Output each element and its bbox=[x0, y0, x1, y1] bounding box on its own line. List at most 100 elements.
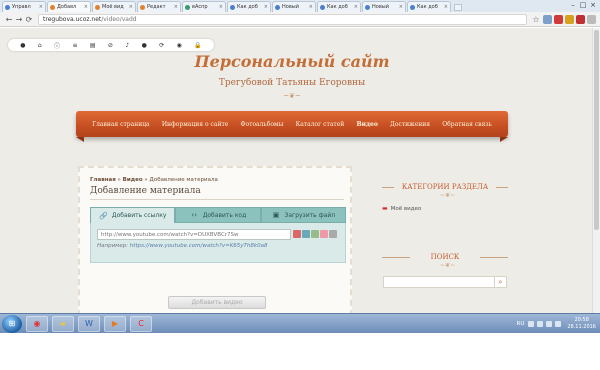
nav-item-achievements[interactable]: Достижения bbox=[390, 121, 430, 128]
tab-title: Как доб bbox=[327, 4, 348, 10]
extension-icon[interactable] bbox=[554, 14, 563, 24]
toolbar-list-icon[interactable]: ≡ bbox=[72, 42, 77, 49]
browser-tab[interactable]: Моё вид × bbox=[92, 1, 136, 12]
close-tab-icon[interactable]: × bbox=[174, 4, 178, 10]
close-tab-icon[interactable]: × bbox=[399, 4, 403, 10]
browser-tab[interactable]: Новый × bbox=[362, 1, 406, 12]
tab-upload-file[interactable]: ▣ Загрузить файл bbox=[260, 207, 346, 223]
taskbar-explorer[interactable]: ▰ bbox=[52, 315, 74, 332]
browser-tab[interactable]: Управл × bbox=[2, 1, 46, 12]
tab-label: Добавить код bbox=[202, 211, 247, 219]
forward-icon[interactable]: → bbox=[14, 15, 24, 24]
browser-tab-strip: Управл × Добавл × Моё вид × Редакт × вАспр × … bbox=[0, 0, 600, 12]
reload-icon[interactable]: ⟳ bbox=[24, 15, 34, 24]
taskbar-media[interactable]: ▶ bbox=[104, 315, 126, 332]
toolbar-lock-icon[interactable]: 🔒 bbox=[194, 42, 201, 49]
browser-tab[interactable]: Как доб × bbox=[227, 1, 271, 12]
toolbar-block-icon[interactable]: ⊘ bbox=[108, 42, 113, 49]
tab-label: Добавить ссылку bbox=[111, 212, 167, 219]
close-tab-icon[interactable]: × bbox=[39, 4, 43, 10]
toolbar-user-icon[interactable]: ● bbox=[142, 42, 147, 49]
folder-icon: ▰ bbox=[59, 319, 67, 328]
nav-item-articles[interactable]: Каталог статей bbox=[296, 121, 345, 128]
menu-icon[interactable] bbox=[587, 14, 596, 24]
tab-title: вАспр bbox=[192, 4, 208, 10]
close-tab-icon[interactable]: × bbox=[444, 4, 448, 10]
service-icon bbox=[329, 230, 337, 238]
vimeo-icon bbox=[302, 230, 310, 238]
close-tab-icon[interactable]: × bbox=[264, 4, 268, 10]
close-tab-icon[interactable]: × bbox=[129, 4, 133, 10]
browser-tab[interactable]: Как доб × bbox=[317, 1, 361, 12]
tray-arrow-icon[interactable] bbox=[528, 321, 535, 327]
nav-item-home[interactable]: Главная страница bbox=[92, 121, 150, 128]
nav-item-contact[interactable]: Обратная связь bbox=[442, 121, 492, 128]
nav-item-about[interactable]: Информация о сайте bbox=[162, 121, 229, 128]
favicon-icon bbox=[230, 4, 235, 10]
browser-tab[interactable]: Новый × bbox=[272, 1, 316, 12]
category-link[interactable]: ▬ Моё видео bbox=[382, 205, 421, 212]
taskbar: ⊞ ◉ ▰ W ▶ C RU 20:58 28.11.2016 bbox=[0, 313, 600, 333]
add-video-button[interactable]: Добавить видео bbox=[168, 296, 266, 309]
language-indicator[interactable]: RU bbox=[517, 321, 525, 327]
video-url-input[interactable] bbox=[97, 229, 291, 240]
upload-tabs: 🔗 Добавить ссылку ‹› Добавить код ▣ Загрузи… bbox=[90, 207, 346, 223]
tray-network-icon[interactable] bbox=[537, 321, 544, 327]
toolbar-dot-icon[interactable]: ● bbox=[20, 42, 25, 49]
toolbar-page-icon[interactable]: ▤ bbox=[90, 42, 96, 49]
favicon-icon bbox=[185, 4, 190, 10]
code-icon: ‹› bbox=[191, 211, 197, 219]
browser-tab-active[interactable]: Добавл × bbox=[47, 1, 91, 12]
breadcrumb-section[interactable]: Видео bbox=[123, 177, 143, 183]
video-service-icons bbox=[293, 230, 338, 238]
nav-item-photo[interactable]: Фотоальбомы bbox=[241, 121, 284, 128]
tray-flag-icon[interactable] bbox=[555, 321, 562, 327]
search-button[interactable]: ⌕ bbox=[495, 276, 507, 288]
categories-title: КАТЕГОРИИ РАЗДЕЛА bbox=[401, 183, 489, 191]
extension-icon[interactable] bbox=[576, 14, 585, 24]
maximize-button[interactable]: □ bbox=[578, 1, 588, 9]
bookmark-star-icon[interactable]: ☆ bbox=[531, 15, 541, 24]
browser-tab[interactable]: вАспр × bbox=[182, 1, 226, 12]
example-link[interactable]: https://www.youtube.com/watch?v=K65yTh8k… bbox=[130, 243, 268, 249]
tab-title: Моё вид bbox=[102, 4, 124, 10]
extension-icon[interactable] bbox=[565, 14, 574, 24]
close-tab-icon[interactable]: × bbox=[84, 4, 88, 10]
page-scrollbar[interactable] bbox=[592, 28, 600, 313]
divider bbox=[90, 199, 344, 200]
search-input[interactable] bbox=[383, 276, 495, 288]
tab-add-code[interactable]: ‹› Добавить код bbox=[175, 207, 261, 223]
taskbar-word[interactable]: W bbox=[78, 315, 100, 332]
nav-item-video[interactable]: Видео bbox=[356, 121, 377, 128]
toolbar-bell-icon[interactable]: ♪ bbox=[125, 42, 129, 49]
browser-tab[interactable]: Редакт × bbox=[137, 1, 181, 12]
breadcrumb-home[interactable]: Главная bbox=[90, 177, 116, 183]
taskbar-chrome[interactable]: ◉ bbox=[26, 315, 48, 332]
tab-panel: Например: https://www.youtube.com/watch?… bbox=[90, 223, 346, 263]
breadcrumb-sep: » bbox=[115, 177, 123, 183]
search-title: ПОИСК bbox=[430, 253, 460, 261]
toolbar-home-icon[interactable]: ⌂ bbox=[38, 42, 42, 49]
browser-tab[interactable]: Как доб × bbox=[407, 1, 451, 12]
extension-icon[interactable] bbox=[543, 14, 552, 24]
scrollbar-thumb[interactable] bbox=[594, 30, 599, 230]
minimize-button[interactable]: – bbox=[568, 1, 578, 9]
favicon-icon bbox=[410, 4, 415, 10]
clock[interactable]: 20:58 28.11.2016 bbox=[567, 317, 596, 331]
new-tab-button[interactable] bbox=[454, 4, 462, 11]
toolbar-refresh-icon[interactable]: ⟳ bbox=[159, 42, 164, 49]
close-window-button[interactable]: × bbox=[588, 1, 598, 9]
toolbar-info-icon[interactable]: ⓘ bbox=[54, 41, 60, 50]
back-icon[interactable]: ← bbox=[4, 15, 14, 24]
link-icon: 🔗 bbox=[99, 211, 108, 220]
url-field[interactable]: tregubova.ucoz.net/video/vadd bbox=[38, 13, 527, 25]
close-tab-icon[interactable]: × bbox=[219, 4, 223, 10]
tab-add-link[interactable]: 🔗 Добавить ссылку bbox=[90, 207, 176, 223]
taskbar-ccleaner[interactable]: C bbox=[130, 315, 152, 332]
close-tab-icon[interactable]: × bbox=[354, 4, 358, 10]
system-tray: RU 20:58 28.11.2016 bbox=[517, 315, 597, 333]
start-button[interactable]: ⊞ bbox=[2, 314, 22, 333]
tray-volume-icon[interactable] bbox=[546, 321, 553, 327]
toolbar-eye-icon[interactable]: ◉ bbox=[177, 42, 182, 49]
close-tab-icon[interactable]: × bbox=[309, 4, 313, 10]
